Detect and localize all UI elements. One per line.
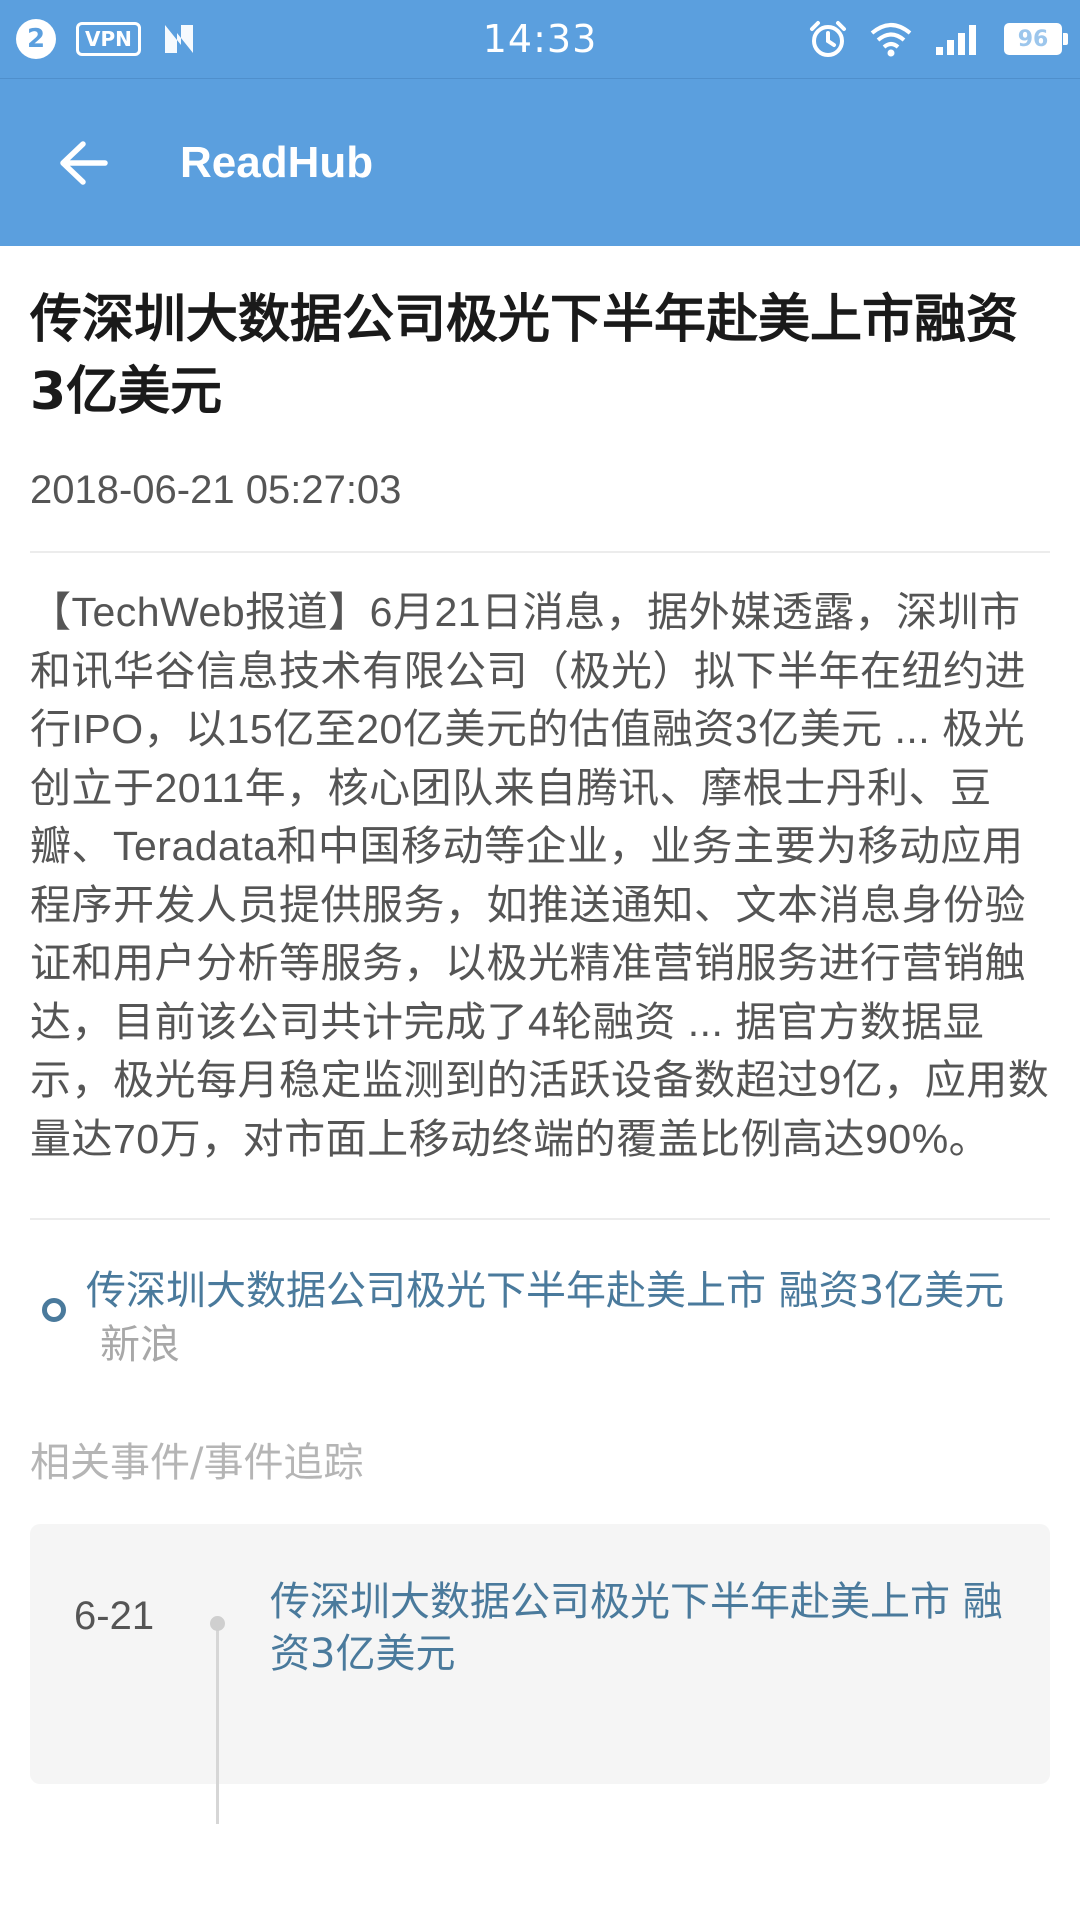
divider: [30, 1218, 1050, 1220]
article-content: 传深圳大数据公司极光下半年赴美上市融资3亿美元 2018-06-21 05:27…: [30, 246, 1050, 1824]
source-link[interactable]: 传深圳大数据公司极光下半年赴美上市 融资3亿美元新浪: [30, 1264, 1050, 1372]
source-name: 新浪: [100, 1322, 180, 1368]
related-events-card: 6-21 传深圳大数据公司极光下半年赴美上市 融资3亿美元: [30, 1524, 1050, 1824]
related-events-label: 相关事件/事件追踪: [30, 1440, 364, 1486]
divider: [30, 551, 1050, 553]
battery-icon: 96: [1004, 23, 1068, 55]
wifi-icon: [870, 23, 912, 57]
app-title: ReadHub: [180, 138, 374, 187]
arrow-back-icon: [60, 141, 108, 185]
article-datetime: 2018-06-21 05:27:03: [30, 468, 402, 512]
article-title: 传深圳大数据公司极光下半年赴美上市融资3亿美元: [30, 290, 1019, 422]
article-body: 【TechWeb报道】6月21日消息，据外媒透露，深圳市和讯华谷信息技术有限公司…: [30, 589, 1050, 1162]
signal-icon: [936, 25, 976, 55]
timeline-date: 6-21: [74, 1594, 155, 1638]
timeline-dot-icon: [210, 1616, 225, 1631]
source-title: 传深圳大数据公司极光下半年赴美上市 融资3亿美元: [86, 1268, 1005, 1314]
app-bar: ReadHub: [0, 78, 1080, 246]
timeline-event-link[interactable]: 传深圳大数据公司极光下半年赴美上市 融资3亿美元: [270, 1576, 1010, 1680]
timeline-line: [216, 1624, 219, 1824]
back-button[interactable]: [38, 123, 128, 203]
status-right-icons: 96: [808, 0, 1068, 78]
status-bar: 2 VPN 14:33 96: [0, 0, 1080, 78]
alarm-icon: [810, 21, 846, 57]
circle-bullet-icon: [42, 1298, 66, 1322]
